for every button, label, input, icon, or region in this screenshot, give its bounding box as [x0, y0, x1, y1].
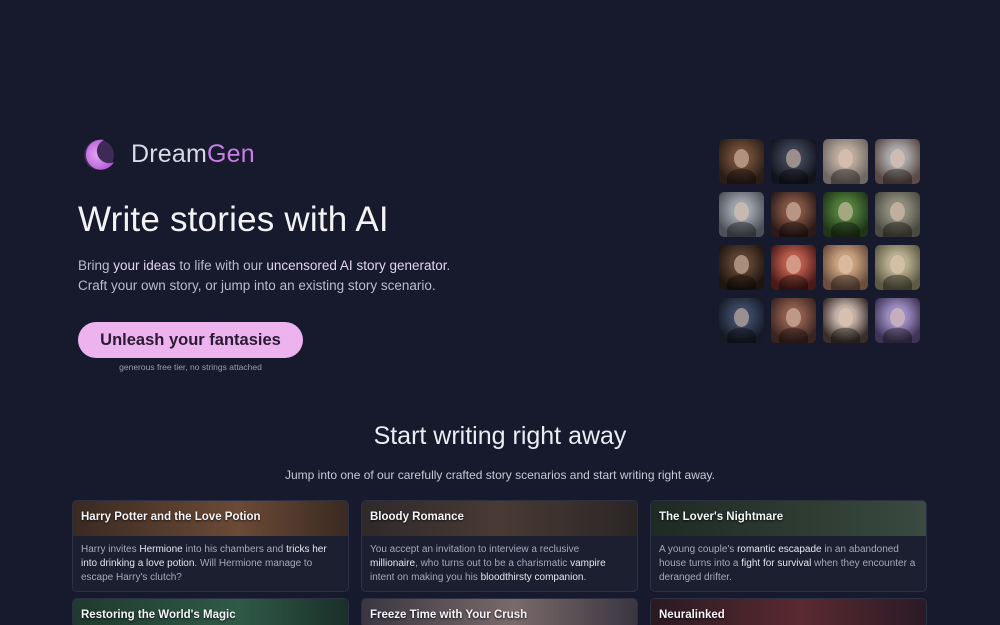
- character-portrait-7: [823, 192, 868, 237]
- character-portrait-11: [823, 245, 868, 290]
- brand-name: DreamGen: [131, 139, 255, 168]
- character-portrait-16: [875, 298, 920, 343]
- section-subtitle: Jump into one of our carefully crafted s…: [285, 468, 715, 482]
- scenario-card-title: Restoring the World's Magic: [81, 609, 236, 621]
- scenario-card-title: Bloody Romance: [370, 511, 464, 523]
- scenario-card-title: Neuralinked: [659, 609, 725, 621]
- character-gallery: [719, 139, 924, 343]
- character-portrait-4: [875, 139, 920, 184]
- hero-title: Write stories with AI: [78, 200, 389, 239]
- scenario-card[interactable]: Bloody Romance You accept an invitation t…: [361, 500, 638, 592]
- character-portrait-2: [771, 139, 816, 184]
- scenario-card-description: Harry invites Hermione into his chambers…: [81, 544, 327, 583]
- crescent-moon-icon: [82, 136, 118, 172]
- scenario-card[interactable]: Neuralinked: [650, 598, 927, 625]
- character-portrait-15: [823, 298, 868, 343]
- section-title: Start writing right away: [373, 422, 627, 450]
- scenario-card-title: The Lover's Nightmare: [659, 511, 784, 523]
- character-portrait-1: [719, 139, 764, 184]
- scenario-card-description: You accept an invitation to interview a …: [370, 544, 606, 583]
- character-portrait-12: [875, 245, 920, 290]
- unleash-fantasies-button[interactable]: Unleash your fantasies: [78, 322, 303, 358]
- character-portrait-5: [719, 192, 764, 237]
- scenario-card-title: Freeze Time with Your Crush: [370, 609, 528, 621]
- character-portrait-14: [771, 298, 816, 343]
- scenario-card-description: A young couple's romantic escapade in an…: [659, 544, 916, 583]
- scenario-card[interactable]: Harry Potter and the Love Potion Harry in…: [72, 500, 349, 592]
- scenario-card-title: Harry Potter and the Love Potion: [81, 511, 261, 523]
- character-portrait-3: [823, 139, 868, 184]
- scenario-card[interactable]: Restoring the World's Magic: [72, 598, 349, 625]
- scenario-card[interactable]: The Lover's Nightmare A young couple's ro…: [650, 500, 927, 592]
- hero-description: Bring your ideas to life with our uncens…: [78, 258, 451, 293]
- character-portrait-8: [875, 192, 920, 237]
- character-portrait-13: [719, 298, 764, 343]
- character-portrait-9: [719, 245, 764, 290]
- cta-note: generous free tier, no strings attached: [119, 362, 262, 372]
- character-portrait-10: [771, 245, 816, 290]
- character-portrait-6: [771, 192, 816, 237]
- brand-logo[interactable]: DreamGen: [82, 136, 255, 172]
- scenario-card[interactable]: Freeze Time with Your Crush: [361, 598, 638, 625]
